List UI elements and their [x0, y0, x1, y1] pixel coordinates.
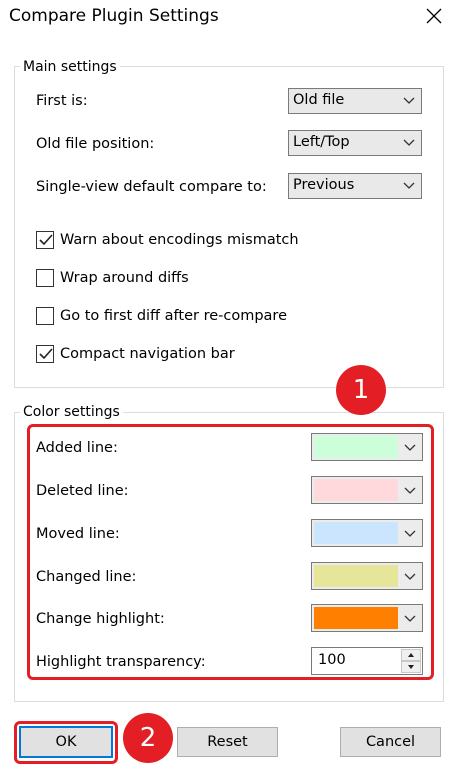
single-view-select[interactable]: Previous [288, 173, 422, 199]
checkmark-icon [39, 348, 53, 360]
warn-encodings-checkbox[interactable] [36, 231, 54, 249]
step-1-badge: 1 [336, 365, 386, 415]
first-diff-label[interactable]: Go to first diff after re-compare [60, 306, 287, 326]
old-file-position-label: Old file position: [36, 136, 155, 152]
ok-button-highlight [14, 721, 118, 764]
checkmark-icon [39, 234, 53, 246]
first-is-select[interactable]: Old file [288, 88, 422, 114]
color-settings-legend: Color settings [20, 403, 123, 421]
color-settings-highlight [27, 424, 434, 680]
old-file-position-select[interactable]: Left/Top [288, 130, 422, 156]
window-title: Compare Plugin Settings [9, 6, 219, 26]
chevron-down-icon [403, 97, 415, 104]
reset-button[interactable]: Reset [177, 727, 278, 757]
step-2-badge: 2 [123, 713, 173, 763]
cancel-button[interactable]: Cancel [340, 727, 441, 757]
first-is-label: First is: [36, 93, 88, 109]
chevron-down-icon [403, 139, 415, 146]
chevron-down-icon [403, 182, 415, 189]
main-settings-legend: Main settings [20, 58, 120, 76]
wrap-around-checkbox[interactable] [36, 269, 54, 287]
first-is-value: Old file [293, 92, 345, 108]
compact-nav-label[interactable]: Compact navigation bar [60, 344, 235, 364]
compact-nav-checkbox[interactable] [36, 345, 54, 363]
old-file-position-value: Left/Top [293, 134, 350, 150]
wrap-around-label[interactable]: Wrap around diffs [60, 268, 189, 288]
main-settings-group [14, 66, 444, 388]
first-diff-checkbox[interactable] [36, 307, 54, 325]
single-view-value: Previous [293, 177, 355, 193]
close-icon[interactable] [421, 2, 447, 30]
single-view-label: Single-view default compare to: [36, 179, 267, 195]
warn-encodings-label[interactable]: Warn about encodings mismatch [60, 230, 299, 250]
